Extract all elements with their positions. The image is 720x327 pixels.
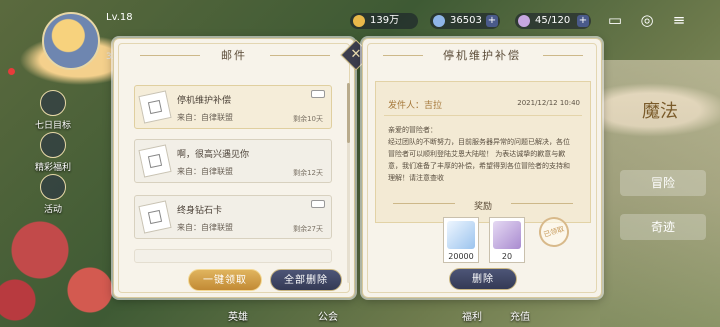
title-divider <box>383 55 423 56</box>
player-level: Lv.18 <box>106 12 133 23</box>
seven-day-goals-button[interactable]: 七日目标 <box>28 90 78 131</box>
goal-icon <box>40 90 66 116</box>
body-line: 亲爱的冒险者： <box>388 126 437 134</box>
nav-heroes[interactable]: 英雄 <box>228 308 248 323</box>
seven-day-goals-label: 七日目标 <box>34 121 71 131</box>
body-line: 意，我们准备了丰厚的补偿，希望得到各位冒险者的支持和 <box>388 162 570 170</box>
mail-envelope-icon <box>138 200 172 234</box>
miracle-button[interactable]: 奇迹 <box>620 214 706 240</box>
reward-item[interactable]: 20 <box>489 217 525 263</box>
player-avatar[interactable] <box>42 12 100 70</box>
mail-item[interactable]: 终身钻石卡 来自：自律联盟 剩余27天 <box>134 195 332 239</box>
title-divider <box>140 55 200 56</box>
diamond-icon <box>433 15 445 27</box>
gift-icon <box>40 132 66 158</box>
mail-subject: 停机维护补偿 <box>177 96 232 106</box>
reward-quantity: 20 <box>501 252 513 261</box>
diamond-icon <box>447 221 475 249</box>
delete-all-button[interactable]: 全部删除 <box>270 269 342 291</box>
mail-body: 亲爱的冒险者： 经过团队的不断努力，目前服务器异常的问题已解决，各位 冒险者可以… <box>388 124 584 184</box>
mail-item[interactable]: 啊，很高兴遇见你 来自：自律联盟 剩余12天 <box>134 139 332 183</box>
scroll-icon <box>493 221 521 249</box>
mail-sender: 来自：自律联盟 <box>177 167 233 176</box>
scrollbar-thumb[interactable] <box>347 83 350 143</box>
stamina-amount: 45/120 <box>535 15 571 26</box>
body-line: 理解！请注意查收 <box>388 174 444 182</box>
diamond-amount: 36503 <box>450 15 482 26</box>
attachment-icon <box>311 90 325 98</box>
mail-date: 2021/12/12 10:40 <box>517 99 580 107</box>
body-line: 经过团队的不断努力，目前服务器异常的问题已解决，各位 <box>388 138 570 146</box>
add-diamond-button[interactable]: + <box>486 15 498 27</box>
body-line: 冒险者可以顺利登陆艾恩大陆啦！ 为表达诚挚的歉意与歉 <box>388 150 566 158</box>
mail-subject: 啊，很高兴遇见你 <box>177 150 250 160</box>
stamina-resource[interactable]: 45/120 + <box>515 13 591 29</box>
mail-expiry: 剩余27天 <box>293 225 323 233</box>
claim-all-button[interactable]: 一键领取 <box>188 269 262 291</box>
nav-recharge[interactable]: 充值 <box>510 308 530 323</box>
mail-panel-title: 邮件 <box>221 49 247 62</box>
mail-item[interactable]: 停机维护补偿 来自：自律联盟 剩余10天 <box>134 85 332 129</box>
mail-sender: 来自：自律联盟 <box>177 113 233 122</box>
mail-expiry: 剩余12天 <box>293 169 323 177</box>
mail-envelope-icon <box>138 144 172 178</box>
title-divider <box>270 55 330 56</box>
welfare-label: 精彩福利 <box>34 163 71 173</box>
nav-welfare[interactable]: 福利 <box>462 308 482 323</box>
welfare-button[interactable]: 精彩福利 <box>28 132 78 173</box>
settings-icon[interactable]: ◎ <box>638 11 656 29</box>
chat-icon[interactable]: ▭ <box>606 11 624 29</box>
mail-expiry: 剩余10天 <box>293 115 323 123</box>
mail-detail-title: 停机维护补偿 <box>443 49 521 62</box>
gold-amount: 139万 <box>370 15 400 26</box>
mail-sender: 来自：自律联盟 <box>177 223 233 232</box>
title-divider <box>543 55 583 56</box>
reward-label: 奖励 <box>473 202 492 212</box>
gold-coin-icon <box>353 15 365 27</box>
mail-item[interactable] <box>134 249 332 263</box>
diamond-resource[interactable]: 36503 + <box>430 13 500 29</box>
reward-divider <box>511 203 573 204</box>
add-stamina-button[interactable]: + <box>577 15 589 27</box>
notification-dot <box>8 68 15 75</box>
body-divider <box>384 115 582 116</box>
attachment-icon <box>311 200 325 208</box>
game-logo: 魔法 <box>642 101 678 122</box>
mail-sender-name: 发件人：吉拉 <box>388 101 443 111</box>
mail-envelope-icon <box>138 90 172 124</box>
mail-detail-panel: 停机维护补偿 发件人：吉拉 2021/12/12 10:40 亲爱的冒险者： 经… <box>362 38 602 298</box>
reward-quantity: 20000 <box>448 252 474 261</box>
event-icon <box>40 174 66 200</box>
adventure-button[interactable]: 冒险 <box>620 170 706 196</box>
nav-guild[interactable]: 公会 <box>318 308 338 323</box>
bottom-nav: 英雄 公会 福利 充值 <box>180 300 560 327</box>
mail-list-panel: 邮件 停机维护补偿 来自：自律联盟 剩余10天 啊，很高兴遇见你 来自：自律联盟… <box>113 38 355 298</box>
events-label: 活动 <box>43 205 62 215</box>
reward-item[interactable]: 20000 <box>443 217 479 263</box>
delete-mail-button[interactable]: 删除 <box>449 268 517 290</box>
top-hud: Lv.18 322 139万 36503 + 45/120 + ▭ ◎ ≡ <box>0 0 720 70</box>
gold-resource[interactable]: 139万 <box>350 13 418 29</box>
stamina-icon <box>518 15 530 27</box>
events-button[interactable]: 活动 <box>28 174 78 215</box>
mail-subject: 终身钻石卡 <box>177 206 223 216</box>
menu-icon[interactable]: ≡ <box>670 11 688 29</box>
